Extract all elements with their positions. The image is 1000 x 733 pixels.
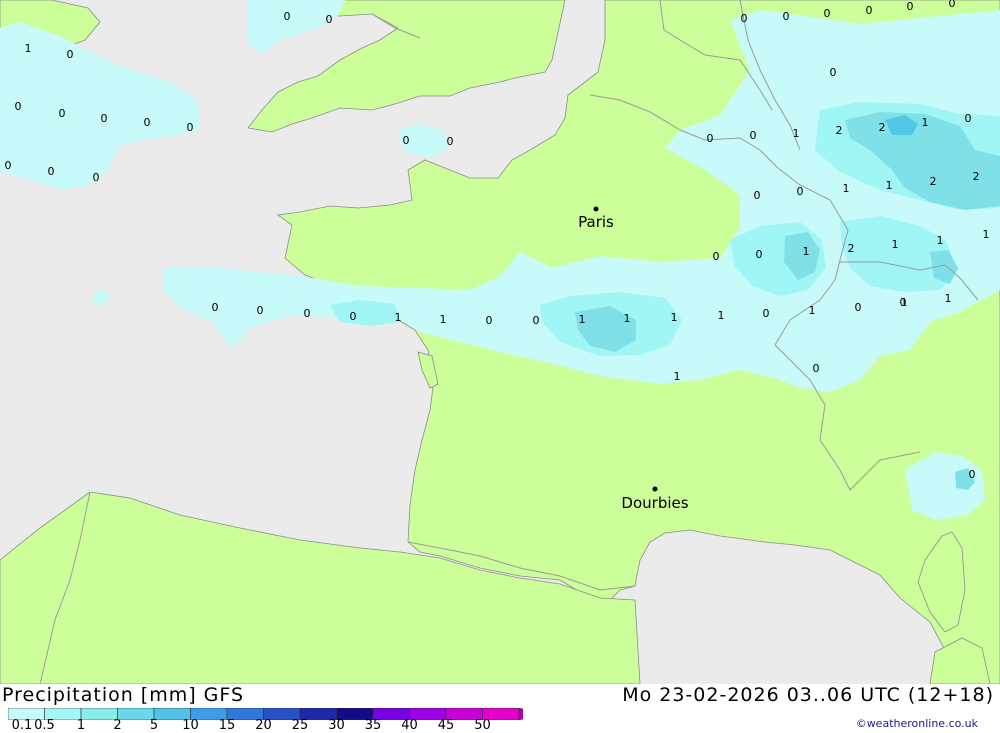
precip-value-label: 0	[187, 121, 194, 134]
run-time-label: Mo 23-02-2026 03..06 UTC (12+18)	[622, 684, 994, 706]
precip-value-label: 0	[101, 112, 108, 125]
precip-value-label: 1	[937, 234, 944, 247]
precip-value-label: 0	[144, 116, 151, 129]
precip-value-label: 0	[350, 310, 357, 323]
scale-tick-label: 0.5	[34, 718, 55, 733]
map-canvas: 1 0 0 0 0 0 0 0 0 0 0 0 0 0 0 0 0 0 0 0 0 0 0 1 2 2 1 0 0 0 1 1 2 2 0 0 1 2 1 1…	[0, 0, 1000, 684]
precip-value-label: 0	[304, 307, 311, 320]
precip-value-label: 0	[855, 301, 862, 314]
precip-value-label: 2	[973, 170, 980, 183]
precip-value-label: 0	[5, 159, 12, 172]
precip-value-label: 0	[907, 0, 914, 13]
precip-value-label: 0	[949, 0, 956, 10]
precip-value-label: 0	[257, 304, 264, 317]
scale-tick-label: 5	[149, 718, 159, 733]
scale-tick-label: 15	[218, 718, 236, 733]
precip-value-label: 0	[486, 314, 493, 327]
precip-value-label: 0	[284, 10, 291, 23]
precip-value-label: 0	[93, 171, 100, 184]
scale-tick-label: 40	[401, 718, 418, 733]
precip-value-label: 0	[707, 132, 714, 145]
precip-value-label: 0	[67, 48, 74, 61]
footer-bar: Precipitation [mm] GFS Mo 23-02-2026 03.…	[0, 684, 1000, 733]
precip-value-label: 0	[750, 129, 757, 142]
scale-tick-label: 20	[255, 718, 272, 733]
scale-tick-label: 30	[328, 718, 345, 733]
precip-value-label: 0	[969, 468, 976, 481]
precip-value-label: 1	[793, 127, 800, 140]
precip-value-label: 1	[922, 116, 929, 129]
scale-tick-label: 1	[76, 718, 86, 733]
precip-value-label: 1	[624, 312, 631, 325]
precip-value-label: 0	[813, 362, 820, 375]
city-label: Dourbies	[621, 494, 688, 512]
city-label: Paris	[578, 213, 614, 231]
precip-value-label: 0	[48, 165, 55, 178]
precip-value-label: 1	[886, 179, 893, 192]
scale-tick-label: 2	[113, 718, 122, 733]
precip-value-label: 1	[25, 42, 32, 55]
legend-title: Precipitation [mm] GFS	[2, 684, 245, 706]
precip-value-label: 1	[843, 182, 850, 195]
scale-labels: 0.1 0.5 1 2 5 10 15 20 25 30 35 40 45 50	[0, 719, 520, 733]
precip-value-label: 1	[892, 238, 899, 251]
precip-value-label: 1	[901, 296, 908, 309]
precip-value-label: 0	[763, 307, 770, 320]
credit-link[interactable]: ©weatheronline.co.uk	[856, 717, 978, 730]
scale-tick-label: 45	[437, 718, 455, 733]
precip-value-label: 0	[741, 12, 748, 25]
city-marker	[593, 206, 599, 212]
precip-value-label: 0	[783, 10, 790, 23]
precip-value-label: 0	[15, 100, 22, 113]
precip-value-label: 1	[718, 309, 725, 322]
precip-value-label: 2	[930, 175, 937, 188]
city-marker	[652, 486, 658, 492]
precip-value-label: 0	[866, 4, 873, 17]
precip-value-label: 1	[945, 292, 952, 305]
precip-value-label: 0	[212, 301, 219, 314]
precip-value-label: 1	[983, 228, 990, 241]
precip-value-label: 1	[440, 313, 447, 326]
precipitation-map[interactable]: 1 0 0 0 0 0 0 0 0 0 0 0 0 0 0 0 0 0 0 0 0 0 0 1 2 2 1 0 0 0 1 1 2 2 0 0 1 2 1 1…	[0, 0, 1000, 684]
precip-value-label: 1	[809, 304, 816, 317]
precip-value-label: 0	[713, 250, 720, 263]
precip-value-label: 0	[830, 66, 837, 79]
precip-value-label: 1	[803, 245, 810, 258]
scale-tick-label: 10	[182, 718, 199, 733]
precip-value-label: 0	[403, 134, 410, 147]
precip-value-label: 2	[836, 124, 843, 137]
precip-value-label: 1	[395, 311, 402, 324]
precip-value-label: 1	[671, 311, 678, 324]
precip-value-label: 2	[879, 121, 886, 134]
precip-value-label: 0	[533, 314, 540, 327]
scale-tick-label: 35	[364, 718, 382, 733]
precip-value-label: 2	[848, 242, 855, 255]
precip-value-label: 0	[965, 112, 972, 125]
scale-tick-label: 0.1	[11, 718, 33, 733]
precip-value-label: 0	[824, 7, 831, 20]
precip-value-label: 1	[579, 313, 586, 326]
precip-value-label: 0	[326, 13, 333, 26]
precip-value-label: 0	[59, 107, 66, 120]
precip-value-label: 0	[754, 189, 761, 202]
precip-value-label: 0	[797, 185, 804, 198]
scale-tick-label: 50	[474, 718, 491, 733]
precip-value-label: 1	[674, 370, 681, 383]
scale-tick-label: 25	[291, 718, 309, 733]
precip-value-label: 0	[756, 248, 763, 261]
precip-value-label: 0	[447, 135, 454, 148]
